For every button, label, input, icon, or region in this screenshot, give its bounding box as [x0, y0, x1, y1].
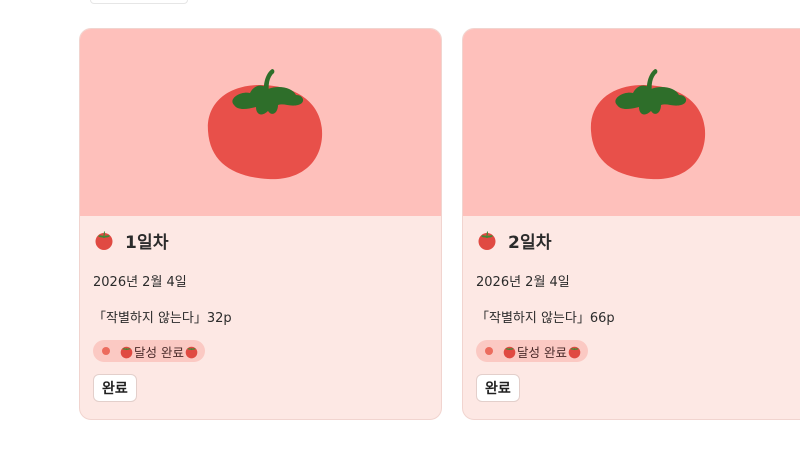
tomato-icon	[185, 346, 198, 358]
status-badge: 달성 완료	[476, 340, 588, 362]
card-title-row: 1일차	[93, 226, 431, 254]
tomato-icon	[95, 231, 113, 250]
card-book-progress: 「작별하지 않는다」32p	[93, 311, 232, 326]
tomato-icon	[503, 346, 516, 358]
day-card[interactable]: 1일차 2026년 2월 4일 「작별하지 않는다」32p 달성 완료 완료	[79, 28, 442, 420]
card-body: 2일차 2026년 2월 4일 「작별하지 않는다」66p 달성 완료 완료	[476, 226, 800, 402]
card-cover	[463, 29, 800, 216]
tomato-illustration	[590, 69, 706, 180]
tomato-icon	[568, 346, 581, 358]
status-dot-icon	[102, 347, 110, 355]
card-title: 1일차	[125, 232, 169, 253]
status-badge-label: 달성 완료	[134, 344, 184, 360]
status-badge: 달성 완료	[93, 340, 205, 362]
top-tab-fragment	[90, 0, 188, 4]
status-dot-icon	[485, 347, 493, 355]
day-card[interactable]: 2일차 2026년 2월 4일 「작별하지 않는다」66p 달성 완료 완료	[462, 28, 800, 420]
card-date: 2026년 2월 4일	[476, 275, 570, 290]
tomato-illustration	[207, 69, 323, 180]
tomato-icon	[478, 231, 496, 250]
tomato-icon	[120, 346, 133, 358]
status-badge-label: 달성 완료	[517, 344, 567, 360]
complete-button[interactable]: 완료	[476, 374, 520, 402]
card-book-progress: 「작별하지 않는다」66p	[476, 311, 615, 326]
card-title-row: 2일차	[476, 226, 800, 254]
card-date: 2026년 2월 4일	[93, 275, 187, 290]
card-cover	[80, 29, 441, 216]
card-body: 1일차 2026년 2월 4일 「작별하지 않는다」32p 달성 완료 완료	[93, 226, 431, 402]
complete-button[interactable]: 완료	[93, 374, 137, 402]
card-title: 2일차	[508, 232, 552, 253]
